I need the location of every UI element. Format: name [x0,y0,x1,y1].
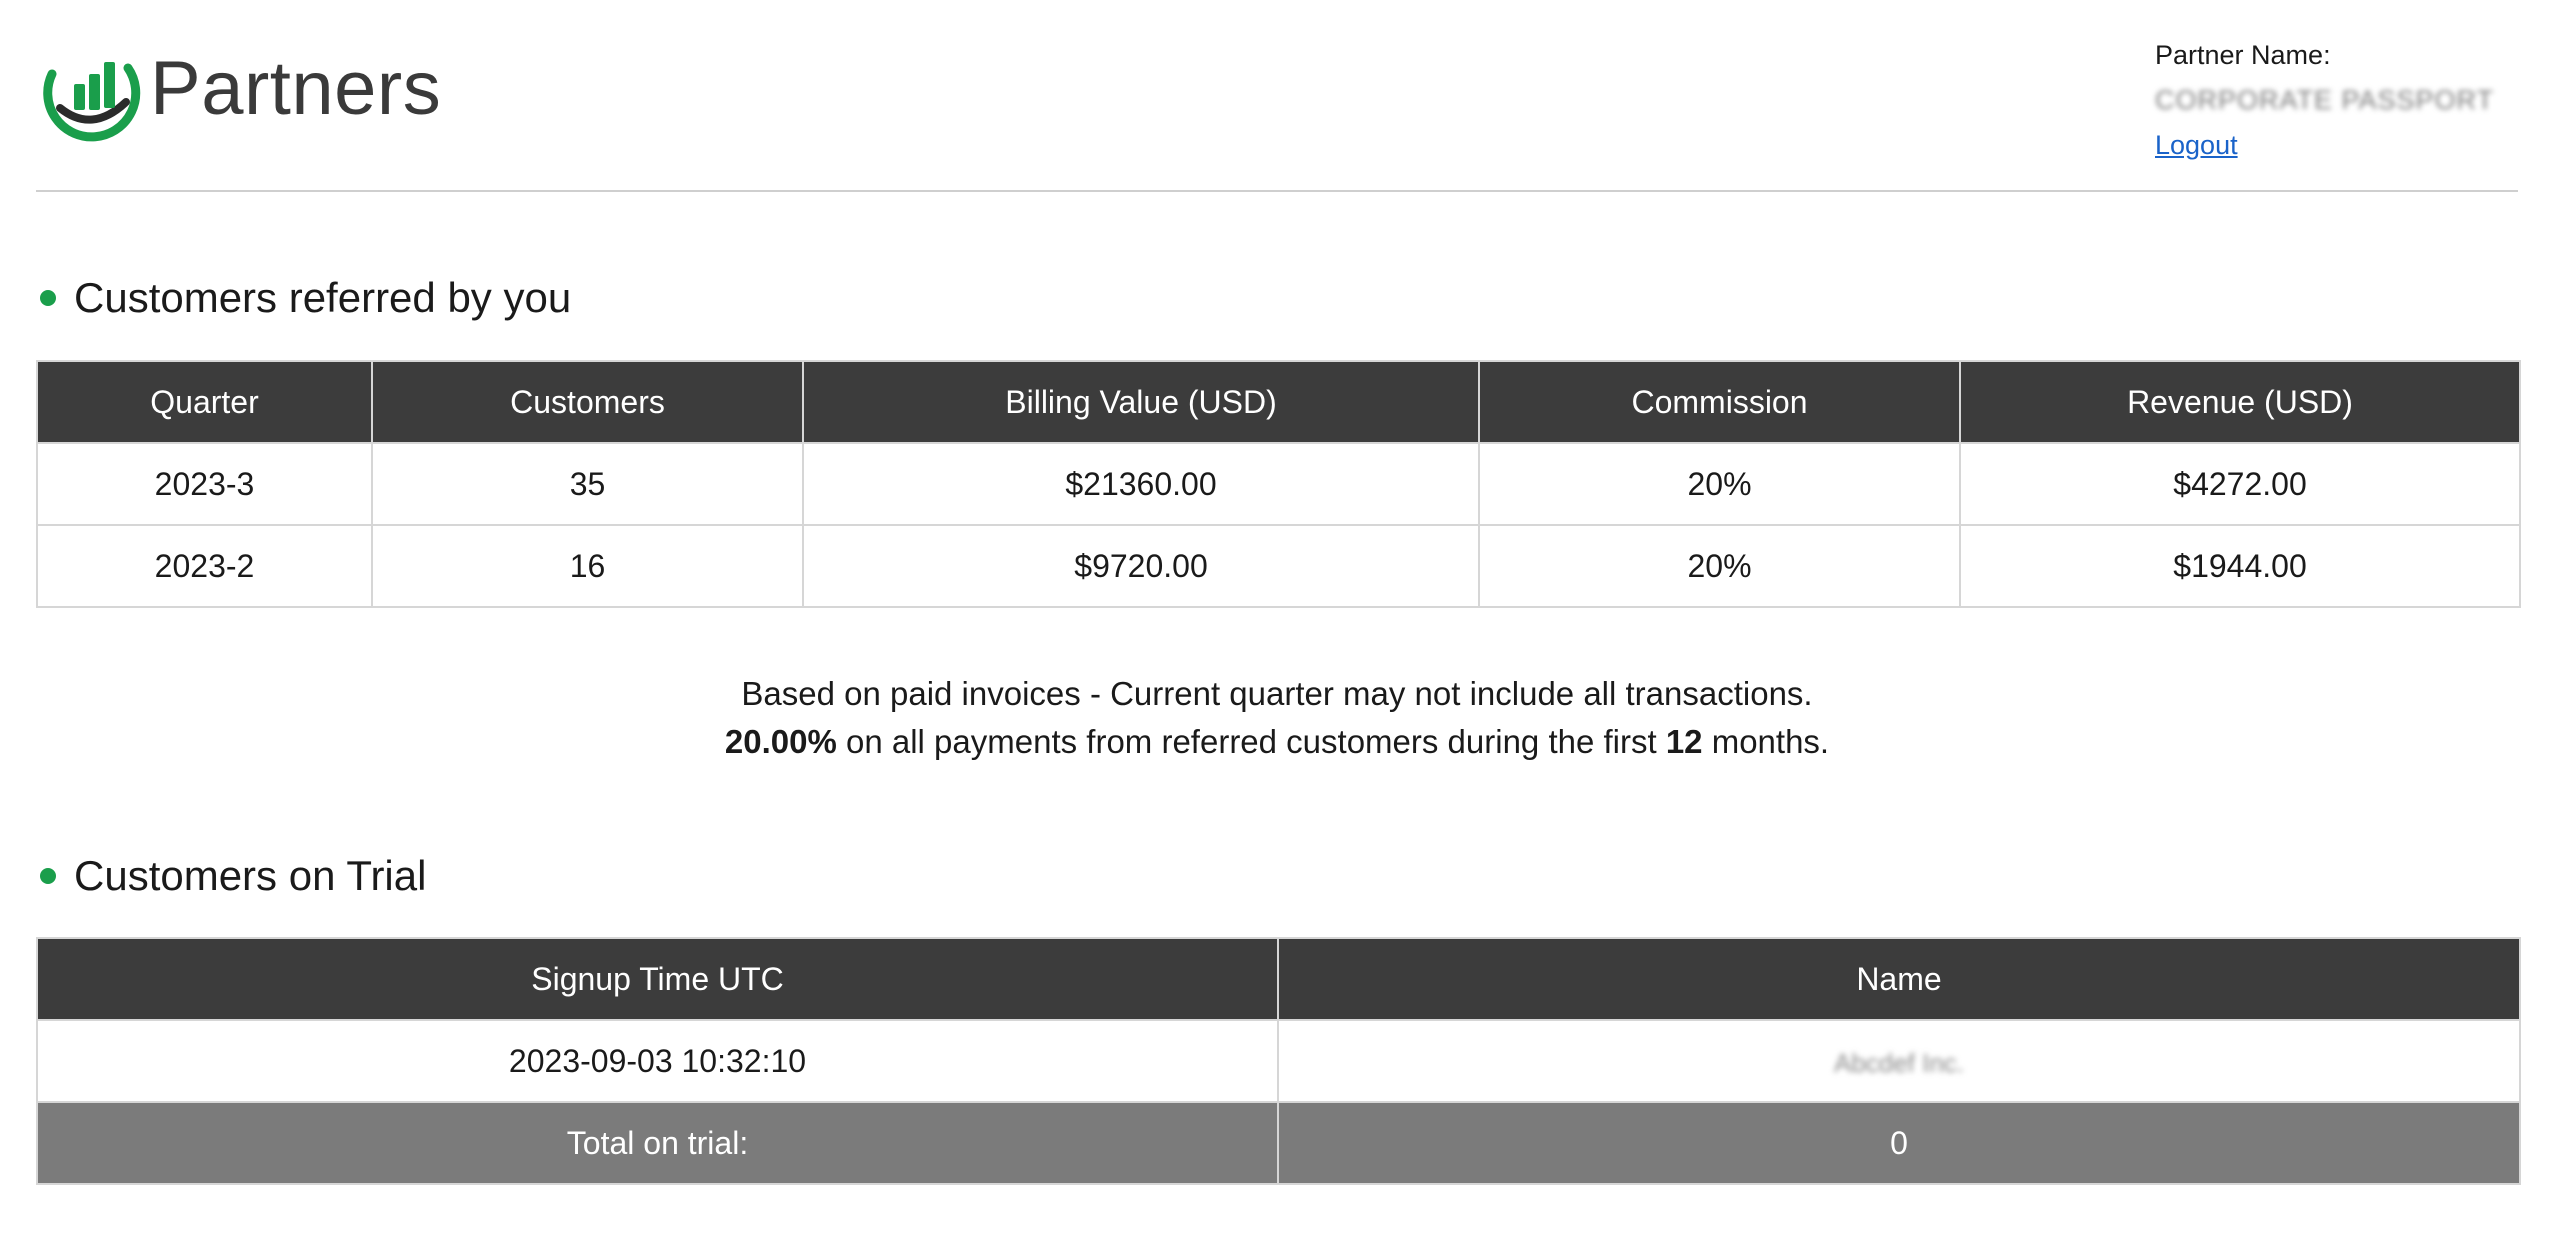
customers-cell: 35 [371,442,804,526]
column-header: Customers [371,360,804,444]
total-label-cell: Total on trial: [36,1101,1279,1185]
referred-title-text: Customers referred by you [74,274,572,321]
trial-customers-table: Signup Time UTC Name 2023-09-03 10:32:10… [36,937,2521,1185]
invoice-note: Based on paid invoices - Current quarter… [741,675,1813,712]
green-dot-icon [40,290,56,306]
customers-cell: 16 [371,524,804,608]
billing-value-cell: $21360.00 [802,442,1480,526]
partners-page: Partners Partner Name: CORPORATE PASSPOR… [0,0,2554,1250]
green-dot-icon [40,868,56,884]
customer-name-blurred: Abcdef Inc. [1833,1047,1965,1078]
commission-cell: 20% [1478,524,1961,608]
column-header: Quarter [36,360,373,444]
revenue-cell: $1944.00 [1959,524,2521,608]
table-row: 2023-3 35 $21360.00 20% $4272.00 [36,442,2521,526]
referred-customers-table: Quarter Customers Billing Value (USD) Co… [36,360,2521,608]
logout-link[interactable]: Logout [2155,130,2238,161]
commission-note-mid: on all payments from referred customers … [836,723,1666,760]
column-header: Commission [1478,360,1961,444]
column-header: Revenue (USD) [1959,360,2521,444]
partner-info: Partner Name: CORPORATE PASSPORT Logout [2155,40,2519,161]
billing-value-cell: $9720.00 [802,524,1480,608]
trial-title-text: Customers on Trial [74,852,427,899]
commission-rate-note: 20.00% on all payments from referred cus… [0,718,2554,766]
trial-section-title: Customers on Trial [36,852,426,900]
quarter-cell: 2023-2 [36,524,373,608]
commission-note-end: months. [1702,723,1830,760]
table-header-row: Quarter Customers Billing Value (USD) Co… [36,360,2521,444]
commission-cell: 20% [1478,442,1961,526]
total-value-cell: 0 [1277,1101,2521,1185]
commission-rate: 20.00% [724,723,837,760]
growth-chart-logo-icon [43,62,141,142]
referred-section-title: Customers referred by you [36,274,571,322]
table-row: 2023-2 16 $9720.00 20% $1944.00 [36,524,2521,608]
signup-time-cell: 2023-09-03 10:32:10 [36,1019,1279,1103]
table-header-row: Signup Time UTC Name [36,937,2521,1021]
customer-name-cell: Abcdef Inc. [1277,1019,2521,1103]
partner-name-label: Partner Name: [2155,40,2331,70]
page-header: Partners Partner Name: CORPORATE PASSPOR… [36,0,2518,192]
brand: Partners [38,38,441,146]
revenue-cell: $4272.00 [1959,442,2521,526]
table-row: 2023-09-03 10:32:10 Abcdef Inc. [36,1019,2521,1103]
column-header: Billing Value (USD) [802,360,1480,444]
total-row: Total on trial: 0 [36,1101,2521,1185]
column-header: Name [1277,937,2521,1021]
column-header: Signup Time UTC [36,937,1279,1021]
quarter-cell: 2023-3 [36,442,373,526]
commission-months: 12 [1665,723,1703,760]
brand-name: Partners [150,45,442,131]
partner-name-value: CORPORATE PASSPORT [2155,85,2495,115]
commission-notes: Based on paid invoices - Current quarter… [0,670,2554,766]
